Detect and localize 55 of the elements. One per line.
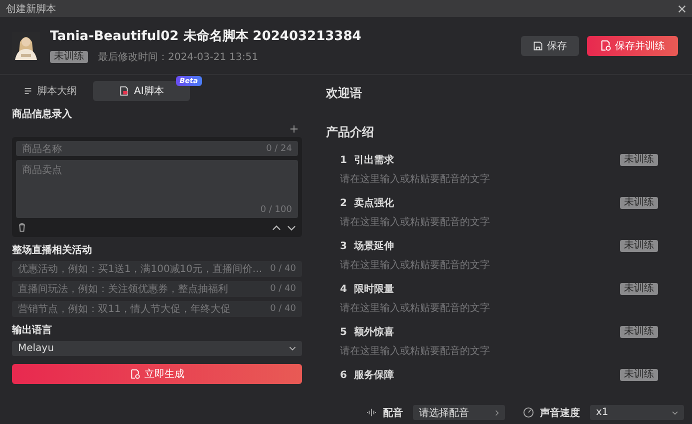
script-title: Tania-Beautiful02 未命名脚本 202403213384 (50, 28, 362, 45)
document-gear-icon (600, 40, 611, 51)
chevron-down-icon (672, 410, 678, 414)
speed-select[interactable]: x1 (590, 405, 684, 420)
chevron-down-icon (289, 346, 296, 351)
activity-field[interactable]: 营销节点，例如：双11，情人节大促，年终大促 0 / 40 (12, 301, 302, 317)
generate-button[interactable]: 立即生成 (12, 364, 302, 384)
window-title: 创建新脚本 (6, 2, 56, 16)
status-tag: 未训练 (620, 369, 658, 381)
activity-field[interactable]: 优惠活动，例如：买1送1，满100减10元，直播间价... 0 / 40 (12, 261, 302, 277)
section-title: 商品信息录入 (12, 107, 73, 121)
step-title: 6 服务保障 (340, 368, 394, 382)
step-title: 2 卖点强化 (340, 196, 394, 210)
gauge-icon (523, 407, 534, 418)
selling-points-field[interactable]: 商品卖点 0 / 100 (16, 160, 298, 218)
text-input-field[interactable]: 请在这里输入或粘贴要配音的文字 (340, 301, 658, 315)
status-tag: 未训练 (50, 51, 88, 63)
section-heading: 产品介绍 (326, 124, 375, 141)
status-tag: 未训练 (620, 283, 658, 295)
save-icon (533, 40, 543, 50)
text-input-field[interactable]: 请在这里输入或粘贴要配音的文字 (340, 258, 658, 272)
trash-icon[interactable] (18, 223, 26, 232)
document-gear-icon (130, 369, 140, 379)
status-tag: 未训练 (620, 197, 658, 209)
modified-time: 最后修改时间：2024-03-21 13:51 (98, 50, 258, 64)
language-select[interactable]: Melayu (12, 341, 302, 356)
step-title: 4 限时限量 (340, 282, 394, 296)
close-icon[interactable] (678, 4, 686, 12)
text-input-field[interactable]: 请在这里输入或粘贴要配音的文字 (340, 215, 658, 229)
tab[interactable]: 脚本大纲 (12, 81, 89, 101)
list-icon (24, 87, 32, 95)
section-heading: 欢迎语 (326, 85, 363, 102)
text-input-field[interactable]: 请在这里输入或粘贴要配音的文字 (340, 172, 658, 186)
status-tag: 未训练 (620, 240, 658, 252)
waveform-icon (366, 408, 377, 417)
section-title: 输出语言 (12, 323, 53, 337)
chevron-right-icon (495, 410, 499, 416)
add-icon[interactable] (290, 125, 298, 133)
status-tag: 未训练 (620, 326, 658, 338)
section-title: 整场直播相关活动 (12, 244, 93, 257)
chevron-up-icon[interactable] (272, 224, 281, 230)
save-button[interactable]: 保存 (521, 36, 579, 56)
save-and-train-button[interactable]: 保存并训练 (587, 36, 678, 56)
product-name-field[interactable]: 商品名称 0 / 24 (16, 141, 298, 156)
status-tag: 未训练 (620, 154, 658, 166)
speed-label: 声音速度 (540, 406, 580, 420)
step-title: 3 场景延伸 (340, 240, 394, 253)
text-input-field[interactable]: 请在这里输入或粘贴要配音的文字 (340, 344, 658, 358)
step-title: 5 额外惊喜 (340, 325, 394, 339)
activity-field[interactable]: 直播间玩法，例如：关注领优惠券，整点抽福利 0 / 40 (12, 281, 302, 297)
step-title: 1 引出需求 (340, 154, 394, 167)
document-icon (119, 86, 129, 96)
chevron-down-icon[interactable] (287, 224, 296, 230)
voice-select[interactable]: 请选择配音 (413, 405, 505, 420)
voice-label: 配音 (383, 406, 403, 420)
